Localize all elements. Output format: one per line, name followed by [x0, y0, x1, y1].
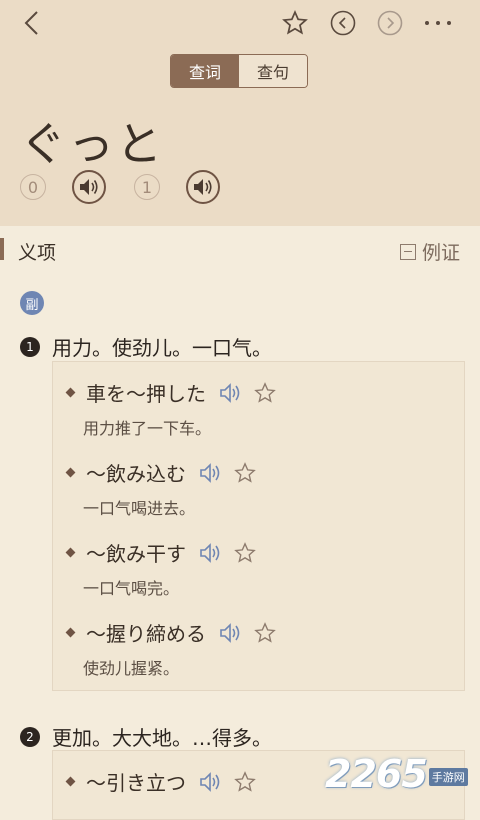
circle-chevron-right-icon — [377, 10, 403, 36]
favorite-button[interactable] — [280, 8, 310, 38]
bullet-diamond-icon — [65, 387, 76, 398]
watermark-text: 手游网 — [428, 768, 468, 786]
pronunciation-index-1: 1 — [134, 174, 160, 200]
example-translation: 一口气喝完。 — [83, 579, 180, 598]
back-button[interactable] — [14, 8, 50, 38]
example-translation: 用力推了一下车。 — [83, 419, 212, 438]
example-favorite-button[interactable] — [254, 381, 276, 404]
speaker-icon — [200, 462, 220, 483]
play-pronunciation-button-0[interactable] — [72, 170, 106, 204]
sense-definition: 更加。大大地。…得多。 — [52, 726, 272, 750]
example-translation: 一口气喝进去。 — [83, 499, 196, 518]
search-mode-toggle: 查词 查句 — [170, 54, 308, 88]
example-japanese: ～引き立つ — [86, 771, 186, 795]
speaker-icon — [194, 179, 212, 195]
example-japanese: ～握り締める — [86, 622, 206, 646]
example-audio-button[interactable] — [198, 542, 224, 564]
example-toggle-label: 例证 — [422, 242, 461, 264]
example-audio-button[interactable] — [198, 462, 224, 484]
example-audio-button[interactable] — [218, 382, 244, 404]
example-item: ～飲み干す 一口气喝完。 — [65, 538, 256, 599]
example-japanese: 車を～押した — [86, 382, 206, 406]
section-marker — [0, 238, 4, 260]
pronunciation-index-0: 0 — [20, 174, 46, 200]
play-pronunciation-button-1[interactable] — [186, 170, 220, 204]
example-favorite-button[interactable] — [234, 770, 256, 793]
example-item: 車を～押した 用力推了一下车。 — [65, 378, 276, 439]
sense-number: 1 — [20, 336, 40, 357]
bullet-diamond-icon — [65, 467, 76, 478]
bullet-diamond-icon — [65, 627, 76, 638]
circle-chevron-left-icon — [330, 10, 356, 36]
speaker-icon — [200, 542, 220, 563]
part-of-speech-badge: 副 — [20, 291, 44, 315]
example-item: ～握り締める 使劲儿握紧。 — [65, 618, 276, 679]
previous-entry-button[interactable] — [328, 8, 358, 38]
example-item: ～飲み込む 一口气喝进去。 — [65, 458, 256, 519]
chevron-left-icon — [24, 11, 38, 35]
example-audio-button[interactable] — [198, 771, 224, 793]
sense-number: 2 — [20, 726, 40, 747]
star-icon — [282, 10, 308, 35]
headword: ぐっと — [20, 117, 164, 171]
example-translation: 使劲儿握紧。 — [83, 659, 180, 678]
example-audio-button[interactable] — [218, 622, 244, 644]
collapse-icon — [400, 243, 416, 260]
star-icon — [234, 770, 256, 792]
sense-2: 2 更加。大大地。…得多。 — [20, 722, 272, 751]
speaker-icon — [220, 622, 240, 643]
tab-sentence-lookup[interactable]: 查句 — [239, 55, 307, 87]
example-japanese: ～飲み干す — [86, 542, 186, 566]
example-favorite-button[interactable] — [254, 621, 276, 644]
example-favorite-button[interactable] — [234, 541, 256, 564]
speaker-icon — [220, 382, 240, 403]
bullet-diamond-icon — [65, 547, 76, 558]
star-icon — [234, 461, 256, 483]
more-button[interactable] — [420, 8, 456, 38]
section-title: 义项 — [18, 242, 57, 264]
watermark-number: 2265 — [325, 752, 428, 796]
sense-1: 1 用力。使劲儿。一口气。 — [20, 332, 272, 361]
example-favorite-button[interactable] — [234, 461, 256, 484]
bullet-diamond-icon — [65, 776, 76, 787]
more-dots-icon — [425, 21, 451, 25]
next-entry-button[interactable] — [375, 8, 405, 38]
tab-word-lookup[interactable]: 查词 — [171, 55, 239, 87]
star-icon — [254, 621, 276, 643]
speaker-icon — [80, 179, 98, 195]
example-japanese: ～飲み込む — [86, 462, 186, 486]
site-watermark: 2265 手游网 — [325, 752, 468, 796]
star-icon — [234, 541, 256, 563]
speaker-icon — [200, 771, 220, 792]
sense-definition: 用力。使劲儿。一口气。 — [52, 336, 272, 360]
examples-box-1: 車を～押した 用力推了一下车。 ～飲み込む 一口气喝进去。 ～飲み干す 一口气喝… — [52, 361, 465, 691]
example-item: ～引き立つ — [65, 767, 256, 796]
example-toggle[interactable]: 例证 — [400, 238, 460, 265]
star-icon — [254, 381, 276, 403]
